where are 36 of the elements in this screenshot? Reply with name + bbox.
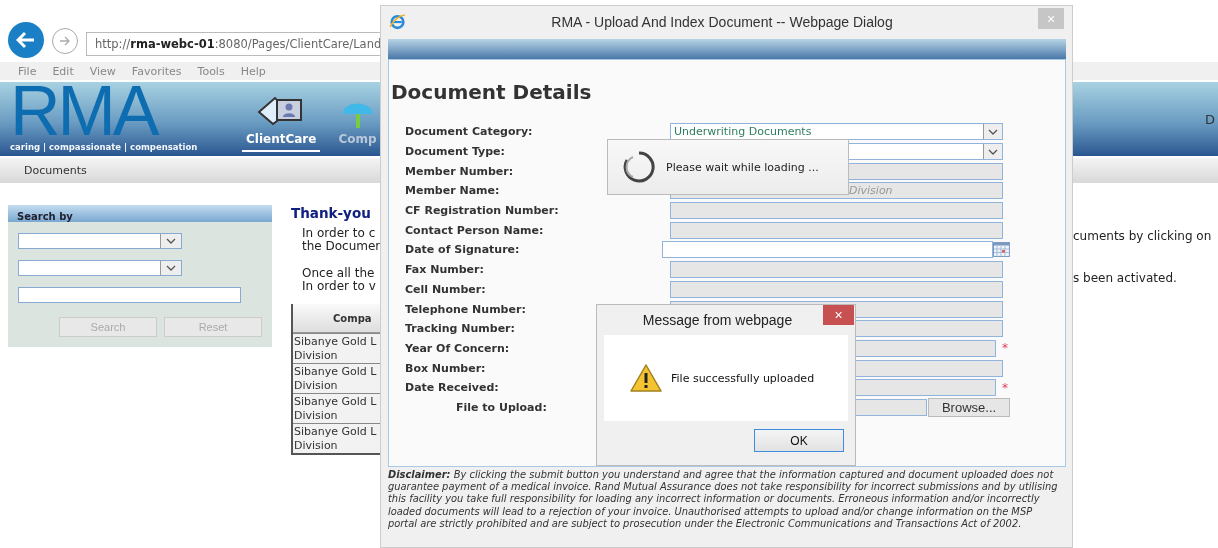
logo: RMA <box>10 82 157 140</box>
disclaimer-text: Disclaimer: By clicking the submit button you understand and agree that the information captured and document uploaded does not guarantee payment of a medical invoice. Rand Mutual Assurance does not take responsibility for incorrect submissions and by utilising this facility you take full responsibility for loading any incorrect information or documents. Erroneous information and/or incorrectly loaded documents will lead to a rejection of your invoice. Unauthorised attempts to upload and/or change information on the MSP portal are strictly prohibited and are subject to prosecution under the Electronic Communications and Transactions Act of 2002. <box>388 469 1059 530</box>
form-heading: Document Details <box>391 80 593 104</box>
tagline: caring | compassionate | compensation <box>10 142 198 152</box>
field-label: Year Of Concern: <box>405 341 511 355</box>
field-label: Cell Number: <box>405 282 487 296</box>
table-cell: Sibanye Gold L Division <box>293 333 382 363</box>
message-text: File successfully uploaded <box>671 371 815 385</box>
table-cell: Sibanye Gold L Division <box>293 363 382 393</box>
field-label: Box Number: <box>405 361 487 375</box>
field-label: Document Type: <box>405 145 506 159</box>
field-label: Contact Person Name: <box>405 223 545 237</box>
field-label: Fax Number: <box>405 263 485 277</box>
message-box-title: Message from webpage <box>641 311 794 328</box>
field-label: Member Name: <box>405 184 501 198</box>
required-marker: * <box>1002 341 1008 356</box>
table-cell: Sibanye Gold L Division <box>293 393 382 423</box>
dialog-title: RMA - Upload And Index Document -- Webpage Dialog <box>550 13 894 30</box>
paragraph-text: Once all the In order to v <box>301 267 377 293</box>
field-label: Member Number: <box>405 164 515 178</box>
search-panel-title: Search by <box>8 205 272 222</box>
page-heading: Thank-you <box>291 205 372 221</box>
field-label: CF Registration Number: <box>405 204 560 218</box>
paragraph-text: s been activated. <box>1073 271 1178 285</box>
loading-text: Please wait while loading ... <box>666 160 819 174</box>
field-label: Document Category: <box>405 125 534 139</box>
field-label: Telephone Number: <box>405 302 527 316</box>
field-label: Date of Signature: <box>405 243 521 257</box>
header-text: D <box>1205 112 1215 127</box>
field-label: Tracking Number: <box>405 322 516 336</box>
table-cell: Sibanye Gold L Division <box>293 423 382 453</box>
field-label: File to Upload: <box>455 400 548 414</box>
required-marker: * <box>1002 380 1008 395</box>
field-label: Date Received: <box>405 381 500 395</box>
table-header: Compa <box>293 304 382 333</box>
paragraph-text: cuments by clicking on <box>1073 229 1212 243</box>
